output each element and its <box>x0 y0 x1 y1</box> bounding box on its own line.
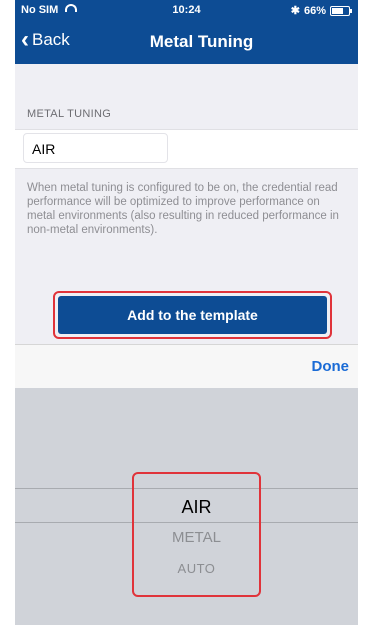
navigation-bar: ‹ Back Metal Tuning <box>15 20 358 64</box>
metal-tuning-row: AIR <box>15 129 358 169</box>
done-button[interactable]: Done <box>312 358 350 375</box>
picker-toolbar: Done <box>15 344 358 389</box>
option-picker[interactable]: AIR METAL AUTO <box>15 388 358 625</box>
section-header: METAL TUNING <box>27 108 112 120</box>
battery-percent: 66% <box>303 4 326 17</box>
settings-content: METAL TUNING AIR When metal tuning is co… <box>15 64 358 344</box>
bluetooth-icon: ✱ <box>290 5 300 17</box>
add-to-template-button[interactable]: Add to the template <box>53 291 332 339</box>
battery-fill <box>332 7 343 14</box>
metal-tuning-field[interactable]: AIR <box>23 133 168 163</box>
status-bar: No SIM 10:24 ✱ 66% <box>15 0 358 20</box>
battery-icon <box>330 5 352 16</box>
status-right: ✱ 66% <box>290 4 352 17</box>
picker-highlight-box <box>132 472 261 597</box>
page-title: Metal Tuning <box>149 32 254 51</box>
add-to-template-label: Add to the template <box>58 296 327 334</box>
section-description: When metal tuning is configured to be on… <box>27 182 339 236</box>
app-frame: No SIM 10:24 ✱ 66% ‹ Back Metal Tuning M… <box>15 0 358 625</box>
